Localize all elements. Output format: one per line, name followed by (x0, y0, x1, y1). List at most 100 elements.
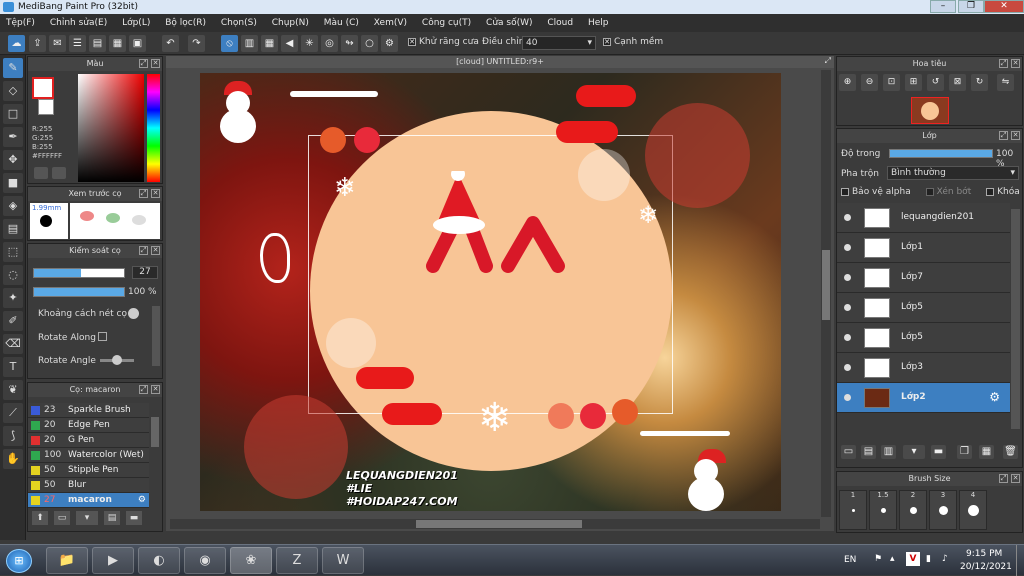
primary-color-swatch[interactable] (32, 77, 54, 99)
reset-view-icon[interactable]: ⊠ (949, 74, 966, 91)
gradient-tool-icon[interactable]: ▤ (3, 219, 23, 239)
network-icon[interactable]: ▮ (926, 554, 931, 564)
paint-icon[interactable]: ❀ (230, 547, 272, 574)
color-set-icon[interactable] (52, 167, 66, 179)
vertical-scrollbar[interactable] (821, 70, 831, 517)
eye-icon[interactable] (844, 394, 851, 401)
clipping-checkbox[interactable] (925, 187, 934, 196)
eye-icon[interactable] (844, 244, 851, 251)
copy-brush-icon[interactable]: ▤ (104, 511, 120, 525)
folder-icon[interactable]: ▬ (931, 445, 946, 459)
close-button[interactable]: ✕ (984, 0, 1024, 13)
vanishing-icon[interactable]: ◀ (281, 35, 298, 52)
zoom-out-icon[interactable]: ⊖ (861, 74, 878, 91)
file-explorer-icon[interactable]: 📁 (46, 547, 88, 574)
popout-icon[interactable]: ⤢ (139, 246, 148, 255)
select-pen-icon[interactable]: ✐ (3, 311, 23, 331)
rotate-along-checkbox[interactable] (98, 332, 107, 341)
blend-mode-select[interactable]: Bình thường ▾ (887, 166, 1019, 180)
layer-menu-icon[interactable]: ▾ (903, 445, 925, 459)
folder-icon[interactable]: ▬ (126, 511, 142, 525)
brush-item[interactable]: 20 Edge Pen (28, 418, 149, 433)
spacing-slider-knob[interactable] (128, 308, 139, 319)
zalo-icon[interactable]: Z (276, 547, 318, 574)
popout-icon[interactable]: ⤢ (999, 59, 1008, 68)
layer-row[interactable]: Lớp3 (837, 353, 1010, 383)
brush-menu-icon[interactable]: ▾ (76, 511, 98, 525)
layer-row[interactable]: lequangdien201 (837, 203, 1010, 233)
menu-edit[interactable]: Chỉnh sửa(E) (44, 14, 113, 32)
move-tool-icon[interactable]: ✥ (3, 150, 23, 170)
brush-list-scrollbar[interactable] (151, 417, 159, 447)
clock-time[interactable]: 9:15 PM (966, 549, 1002, 559)
eye-icon[interactable] (844, 334, 851, 341)
close-panel-icon[interactable]: ✕ (151, 246, 160, 255)
maximize-button[interactable]: ❐ (958, 0, 984, 13)
color-mode-icon[interactable] (34, 167, 48, 179)
layers-scrollbar[interactable] (1011, 209, 1020, 429)
select-eraser-icon[interactable]: ⌫ (3, 334, 23, 354)
navigator-thumbnail[interactable] (911, 97, 949, 124)
undo-icon[interactable]: ↶ (162, 35, 179, 52)
actual-size-icon[interactable]: ⊞ (905, 74, 922, 91)
brush-size-preset[interactable]: 3 (929, 490, 957, 530)
rotate-right-icon[interactable]: ↻ (971, 74, 988, 91)
saturation-value-picker[interactable] (78, 74, 144, 182)
brush-item[interactable]: 23 Sparkle Brush (28, 403, 149, 418)
brush-item[interactable]: 50 Blur (28, 478, 149, 493)
new-halftone-layer-icon[interactable]: ▤ (861, 445, 876, 459)
close-panel-icon[interactable]: ✕ (1011, 474, 1020, 483)
layer-row[interactable]: Lớp5 (837, 293, 1010, 323)
antialias-checkbox[interactable]: ✕ (408, 37, 416, 46)
pen-tool-icon[interactable]: ✒ (3, 127, 23, 147)
close-panel-icon[interactable]: ✕ (151, 385, 160, 394)
lasso-tool-icon[interactable]: ◌ (3, 265, 23, 285)
new-brush-icon[interactable]: ▭ (54, 511, 70, 525)
close-panel-icon[interactable]: ✕ (151, 189, 160, 198)
brush-item[interactable]: 50 Stipple Pen (28, 463, 149, 478)
minimize-button[interactable]: – (930, 0, 956, 13)
share-icon[interactable]: ⇪ (29, 35, 46, 52)
artwork-canvas[interactable]: ❄ ❄ ❄ LEQUANGDIEN201 #LIE #HOIDAP247.COM (200, 73, 781, 511)
menu-file[interactable]: Tệp(F) (0, 14, 41, 32)
menu-layer[interactable]: Lớp(L) (116, 14, 156, 32)
menu-color[interactable]: Màu (C) (318, 14, 365, 32)
eye-icon[interactable] (844, 304, 851, 311)
horizontal-scrollbar[interactable] (170, 519, 820, 529)
layer-row[interactable]: Lớp7 (837, 263, 1010, 293)
document-icon[interactable]: ▤ (89, 35, 106, 52)
rotate-left-icon[interactable]: ↺ (927, 74, 944, 91)
magic-wand-icon[interactable]: ✦ (3, 288, 23, 308)
delete-layer-icon[interactable]: 🗑 (1003, 445, 1018, 459)
brush-item[interactable]: 20 G Pen (28, 433, 149, 448)
new-layer-icon[interactable]: ▭ (841, 445, 856, 459)
unikey-icon[interactable]: V (906, 552, 920, 566)
parallel-icon[interactable]: ▥ (241, 35, 258, 52)
layer-row[interactable]: Lớp1 (837, 233, 1010, 263)
comment-icon[interactable]: ✉ (49, 35, 66, 52)
brush-item[interactable]: 100 Watercolor (Wet) (28, 448, 149, 463)
popout-icon[interactable]: ⤢ (139, 189, 148, 198)
eyedropper-icon[interactable]: ⟋ (3, 403, 23, 423)
chrome-icon[interactable]: ◉ (184, 547, 226, 574)
menu-help[interactable]: Help (582, 14, 615, 32)
layer-row[interactable]: Lớp5 (837, 323, 1010, 353)
merge-layer-icon[interactable]: ▦ (979, 445, 994, 459)
redo-icon[interactable]: ↷ (188, 35, 205, 52)
ellipse-icon[interactable]: ○ (361, 35, 378, 52)
gear-icon[interactable]: ⚙ (989, 390, 1000, 404)
flip-icon[interactable]: ⇋ (997, 74, 1014, 91)
new-8bit-layer-icon[interactable]: ▥ (881, 445, 896, 459)
crosshatch-icon[interactable]: ▦ (261, 35, 278, 52)
close-panel-icon[interactable]: ✕ (1011, 59, 1020, 68)
popout-icon[interactable]: ⤢ (999, 474, 1008, 483)
close-panel-icon[interactable]: ✕ (151, 59, 160, 68)
start-button[interactable]: ⊞ (6, 549, 32, 573)
secondary-color-swatch[interactable] (38, 99, 54, 115)
panel-icon[interactable]: ▣ (129, 35, 146, 52)
layer-row-selected[interactable]: Lớp2 ⚙ (837, 383, 1010, 413)
circle-icon[interactable]: ◎ (321, 35, 338, 52)
popout-icon[interactable]: ⤢ (999, 131, 1008, 140)
zoom-in-icon[interactable]: ⊕ (839, 74, 856, 91)
menu-view[interactable]: Xem(V) (368, 14, 413, 32)
